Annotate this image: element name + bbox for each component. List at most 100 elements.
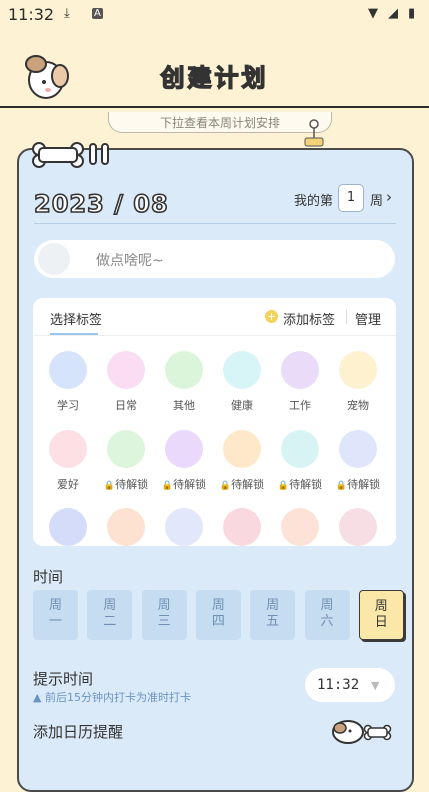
lock-icon: 🔒 (161, 481, 174, 491)
tags-panel: 选择标签 + 添加标签 管理 学习 日常 其他 健康 工作 宠物 爱好 🔒待解锁 🔒待解锁 🔒待解… (33, 298, 396, 546)
sparkle-icon (165, 351, 203, 389)
weekday-name: 三 (157, 614, 171, 629)
tag-item[interactable]: 其他 (154, 351, 214, 413)
tag-label: 其他 (173, 399, 195, 412)
bottle-icon (339, 430, 377, 468)
week-number-box[interactable]: 1 (338, 184, 364, 212)
tag-label: 日常 (115, 399, 137, 412)
weekday-button[interactable]: 周日 (358, 590, 404, 640)
weekday-button[interactable]: 周一 (33, 590, 78, 640)
tag-item[interactable]: 🔒待解锁 (212, 430, 272, 492)
tag-label: 待解锁 (231, 478, 265, 491)
wifi-icon: ▼ (368, 6, 378, 21)
manage-button[interactable]: 管理 (355, 309, 381, 328)
divider (33, 335, 396, 336)
download-icon: ⤓ (64, 6, 70, 21)
week-pull-hint[interactable]: 下拉查看本周计划安排 (108, 112, 332, 133)
tag-label: 健康 (231, 399, 253, 412)
header: 创建计划 (0, 30, 429, 108)
weekday-name: 一 (48, 614, 62, 629)
locked-label: 🔒待解锁 (212, 476, 272, 492)
reminder-hint: ▲ 前后15分钟内打卡为准时打卡 (33, 689, 191, 705)
tag-icon[interactable] (339, 508, 377, 546)
tag-item[interactable]: 🔒待解锁 (96, 430, 156, 492)
heart-icon (49, 430, 87, 468)
weekday-prefix: 周 (320, 598, 334, 613)
tag-label: 爱好 (57, 478, 79, 491)
tag-icon[interactable] (49, 508, 87, 546)
page-title: 创建计划 (160, 63, 269, 92)
dog-with-bone-icon[interactable] (330, 716, 392, 746)
weekday-button[interactable]: 周二 (87, 590, 133, 640)
tag-item[interactable]: 爱好 (38, 430, 98, 492)
dropdown-icon: ▼ (371, 679, 380, 692)
weekday-prefix: 周 (374, 599, 388, 614)
tag-item[interactable]: 健康 (212, 351, 272, 413)
tag-icon[interactable] (223, 508, 261, 546)
plus-icon[interactable]: + (265, 310, 278, 323)
tag-item[interactable]: 学习 (38, 351, 98, 413)
week-suffix: 周 (370, 194, 384, 209)
tag-item[interactable]: 宠物 (328, 351, 388, 413)
bone-decoration-icon (32, 142, 109, 168)
tag-icon[interactable] (165, 508, 203, 546)
paw-icon (339, 351, 377, 389)
flower-icon (107, 351, 145, 389)
weekday-prefix: 周 (266, 598, 280, 613)
lock-icon: 🔒 (335, 481, 348, 491)
locked-label: 🔒待解锁 (328, 476, 388, 492)
task-placeholder: 做点啥呢~ (96, 253, 164, 269)
tag-icon[interactable] (281, 508, 319, 546)
reminder-hint-text: 前后15分钟内打卡为准时打卡 (44, 691, 191, 704)
weekday-prefix: 周 (103, 598, 117, 613)
tag-item[interactable]: 🔒待解锁 (270, 430, 330, 492)
weekday-name: 二 (103, 614, 117, 629)
lock-icon: 🔒 (219, 481, 232, 491)
status-bar: 11:32 ⤓ A ▼ ◢ ▮ (0, 0, 429, 30)
status-time: 11:32 (8, 5, 55, 24)
weekday-button[interactable]: 周五 (250, 590, 296, 640)
locked-label: 🔒待解锁 (270, 476, 330, 492)
weekday-button[interactable]: 周三 (141, 590, 187, 640)
tag-label: 待解锁 (347, 478, 381, 491)
teapot-icon (223, 430, 261, 468)
clock-icon (49, 351, 87, 389)
tags-title[interactable]: 选择标签 (50, 309, 102, 328)
tag-item[interactable]: 工作 (270, 351, 330, 413)
signal-icon: ◢ (388, 6, 398, 21)
reminder-time-picker[interactable]: 11:32 ▼ (305, 668, 395, 702)
month-display[interactable]: 2023 / 08 (33, 189, 169, 219)
weekday-prefix: 周 (48, 598, 62, 613)
weekday-name: 日 (374, 615, 388, 630)
weekday-button[interactable]: 周四 (195, 590, 241, 640)
tag-label: 宠物 (347, 399, 369, 412)
add-tag-button[interactable]: 添加标签 (283, 309, 335, 328)
weekday-name: 四 (211, 614, 225, 629)
tag-label: 待解锁 (173, 478, 207, 491)
lock-icon: 🔒 (103, 481, 116, 491)
tag-item[interactable]: 🔒待解锁 (328, 430, 388, 492)
tag-item[interactable]: 日常 (96, 351, 156, 413)
reminder-time-value: 11:32 (317, 677, 360, 693)
weekday-prefix: 周 (157, 598, 171, 613)
tag-label: 学习 (57, 399, 79, 412)
divider (34, 223, 396, 224)
locked-label: 🔒待解锁 (96, 476, 156, 492)
tag-icon[interactable] (107, 508, 145, 546)
weekday-name: 六 (320, 614, 334, 629)
week-prefix: 我的第 (294, 194, 334, 209)
task-input[interactable]: 做点啥呢~ (34, 240, 395, 278)
time-section-title: 时间 (33, 568, 64, 586)
reminder-title: 提示时间 (33, 670, 94, 688)
luggage-icon (107, 430, 145, 468)
sleeping-dog-icon (38, 243, 70, 275)
weekday-name: 五 (266, 614, 280, 629)
weekday-button[interactable]: 周六 (304, 590, 350, 640)
chevron-right-icon[interactable]: › (386, 188, 392, 206)
week-hint-text: 下拉查看本周计划安排 (159, 116, 280, 130)
warning-icon: ▲ (33, 691, 42, 704)
pill-icon (223, 351, 261, 389)
tag-item[interactable]: 🔒待解锁 (154, 430, 214, 492)
lock-icon: 🔒 (277, 481, 290, 491)
locked-label: 🔒待解锁 (154, 476, 214, 492)
